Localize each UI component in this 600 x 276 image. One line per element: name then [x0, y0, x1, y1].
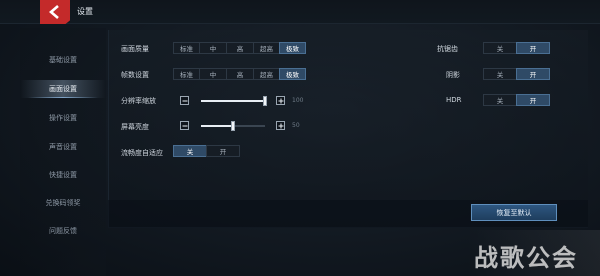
sidebar-item-redeem[interactable]: 兑换码领奖 — [20, 194, 106, 212]
watermark-logo: 战歌公会 — [466, 230, 600, 276]
page-title: 设置 — [77, 7, 93, 16]
antialias-off-option[interactable]: 关 — [483, 42, 517, 54]
antialias-on-option[interactable]: 开 — [516, 42, 550, 54]
sidebar-item-feedback[interactable]: 问题反馈 — [20, 222, 106, 240]
framerate-option-extreme[interactable]: 极致 — [279, 68, 306, 80]
framerate-option-medium[interactable]: 中 — [199, 68, 227, 80]
framerate-option-high[interactable]: 高 — [226, 68, 254, 80]
resolution-label: 分辨率缩放 — [121, 97, 156, 105]
plus-icon — [278, 123, 283, 128]
minus-icon — [182, 100, 187, 101]
hdr-toggle: 关 开 — [483, 94, 550, 106]
quality-option-medium[interactable]: 中 — [199, 42, 227, 54]
adaptive-off-option[interactable]: 关 — [173, 145, 207, 157]
sidebar-item-basic[interactable]: 基础设置 — [20, 51, 106, 69]
framerate-label: 帧数设置 — [121, 71, 149, 79]
plus-icon — [278, 98, 283, 103]
sidebar-item-controls[interactable]: 操作设置 — [20, 109, 106, 127]
hdr-on-option[interactable]: 开 — [516, 94, 550, 106]
hdr-label: HDR — [446, 96, 462, 104]
framerate-selector: 标准 中 高 超高 极致 — [173, 68, 306, 80]
hdr-off-option[interactable]: 关 — [483, 94, 517, 106]
quality-option-extreme[interactable]: 极致 — [279, 42, 306, 54]
antialias-toggle: 关 开 — [483, 42, 550, 54]
framerate-option-standard[interactable]: 标准 — [173, 68, 200, 80]
top-bar: 设置 — [0, 0, 600, 24]
framerate-option-ultra[interactable]: 超高 — [253, 68, 280, 80]
sidebar-item-sound[interactable]: 声音设置 — [20, 138, 106, 156]
back-button[interactable] — [40, 0, 70, 24]
quality-label: 画面质量 — [121, 45, 149, 53]
resolution-decrease-button[interactable] — [180, 96, 189, 105]
minus-icon — [182, 125, 187, 126]
brightness-value: 50 — [292, 122, 300, 129]
shadow-toggle: 关 开 — [483, 68, 550, 80]
shadow-on-option[interactable]: 开 — [516, 68, 550, 80]
shadow-label: 阴影 — [446, 71, 460, 79]
brightness-slider-fill — [201, 125, 233, 127]
restore-default-button[interactable]: 恢复至默认 — [471, 204, 557, 221]
quality-option-ultra[interactable]: 超高 — [253, 42, 280, 54]
resolution-increase-button[interactable] — [276, 96, 285, 105]
quality-selector: 标准 中 高 超高 极致 — [173, 42, 306, 54]
adaptive-toggle: 关 开 — [173, 145, 240, 157]
resolution-slider-fill — [201, 100, 265, 102]
watermark-text: 战歌公会 — [474, 244, 578, 272]
brightness-decrease-button[interactable] — [180, 121, 189, 130]
settings-screen: 设置 基础设置 画面设置 操作设置 声音设置 快捷设置 兑换码领奖 问题反馈 画… — [0, 0, 600, 276]
adaptive-label: 流畅度自适应 — [121, 149, 163, 157]
sidebar-item-shortcuts[interactable]: 快捷设置 — [20, 166, 106, 184]
brightness-label: 屏幕亮度 — [121, 123, 149, 131]
antialias-label: 抗锯齿 — [437, 45, 458, 53]
sidebar-item-graphics[interactable]: 画面设置 — [20, 80, 106, 98]
back-chevron-icon — [49, 5, 59, 19]
brightness-slider-thumb[interactable] — [231, 121, 235, 131]
quality-option-high[interactable]: 高 — [226, 42, 254, 54]
shadow-off-option[interactable]: 关 — [483, 68, 517, 80]
adaptive-on-option[interactable]: 开 — [206, 145, 240, 157]
sidebar: 基础设置 画面设置 操作设置 声音设置 快捷设置 兑换码领奖 问题反馈 — [20, 28, 106, 276]
brightness-increase-button[interactable] — [276, 121, 285, 130]
resolution-slider-thumb[interactable] — [263, 96, 267, 106]
quality-option-standard[interactable]: 标准 — [173, 42, 200, 54]
resolution-value: 100 — [292, 97, 304, 104]
